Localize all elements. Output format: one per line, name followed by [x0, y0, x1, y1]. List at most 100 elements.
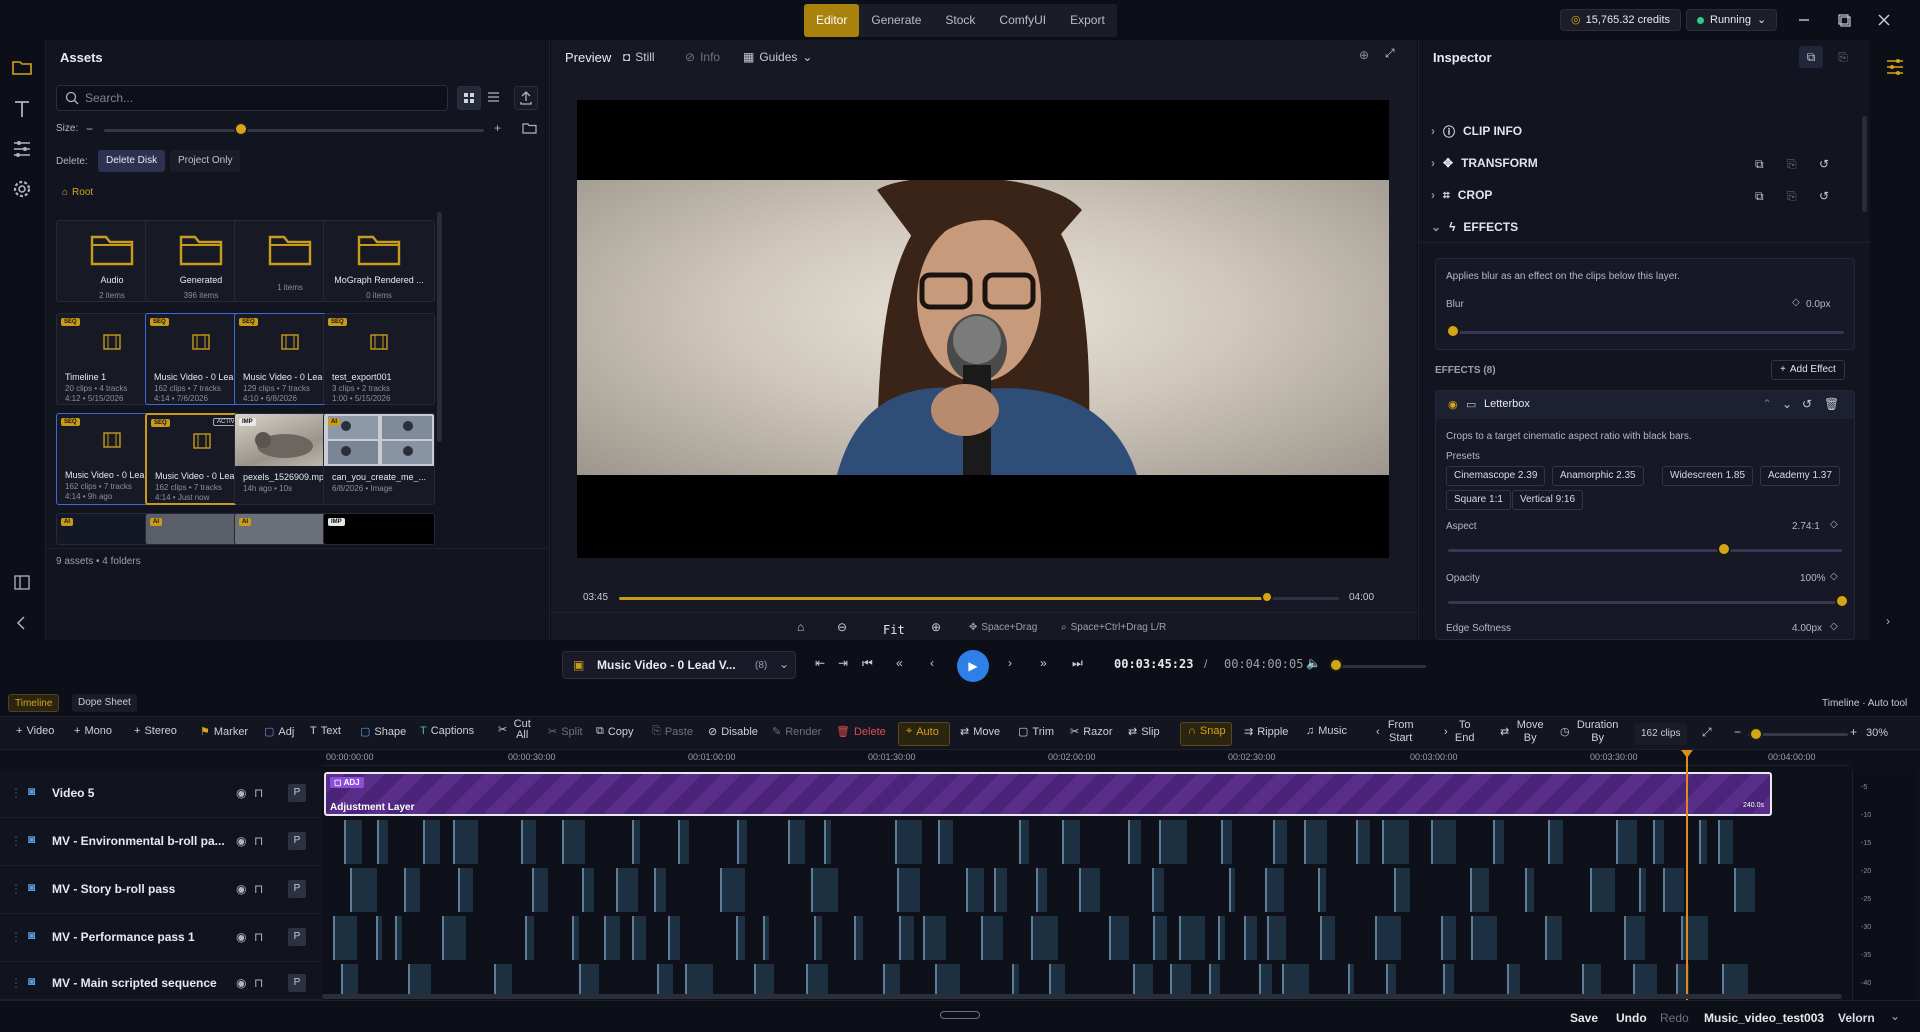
timeline-clip[interactable]	[897, 868, 920, 912]
lock-icon[interactable]: ⊓	[254, 976, 263, 990]
timeline-clip[interactable]	[407, 964, 432, 998]
fit-button[interactable]: Fit	[883, 623, 905, 637]
section-transform[interactable]: › ✥ TRANSFORM	[1431, 149, 1538, 177]
timeline-clip[interactable]	[1018, 820, 1029, 864]
project-only-button[interactable]: Project Only	[170, 150, 241, 172]
timeline-clip[interactable]	[1152, 916, 1167, 960]
fit-timeline-icon[interactable]: ⤢	[1702, 725, 1712, 740]
timeline-clip[interactable]	[422, 820, 440, 864]
track-header-story[interactable]: ⋮ ◙ MV - Story b-roll pass ◉ ⊓ P	[0, 866, 322, 914]
timeline-clip[interactable]	[895, 820, 923, 864]
timeline-clip[interactable]	[1639, 868, 1646, 912]
timeline-clip[interactable]	[922, 916, 946, 960]
volume-slider[interactable]	[1336, 665, 1426, 668]
timeline-clip[interactable]	[579, 964, 600, 998]
preset-square[interactable]: Square 1:1	[1446, 490, 1511, 510]
paste-icon[interactable]: ⎘	[1787, 189, 1797, 204]
playhead[interactable]	[1686, 750, 1688, 1000]
eye-icon[interactable]: ◉	[1448, 398, 1458, 411]
step-forward-icon[interactable]: ›	[1008, 656, 1012, 670]
p-icon[interactable]: P	[288, 880, 306, 898]
credits-badge[interactable]: ◎ 15,765.32 credits	[1560, 9, 1681, 31]
timeline-clip[interactable]	[1281, 964, 1309, 998]
still-button[interactable]: ◘ Still	[623, 50, 655, 64]
slip-tool-button[interactable]: ⇄ Slip	[1128, 725, 1160, 739]
blur-slider-knob[interactable]	[1446, 324, 1460, 338]
add-stereo-track-button[interactable]: + Stereo	[134, 725, 177, 737]
track-header-video-5[interactable]: ⋮ ◙ Video 5 ◉ ⊓ P	[0, 770, 322, 818]
timeline-zoom-slider[interactable]	[1748, 733, 1848, 736]
timeline-clip[interactable]	[980, 916, 1003, 960]
timeline-clip[interactable]	[1548, 820, 1563, 864]
ripple-toggle[interactable]: ⇉ Ripple	[1244, 725, 1288, 739]
timeline-clip[interactable]	[1443, 964, 1455, 998]
razor-tool-button[interactable]: ✂ Razor	[1070, 725, 1113, 739]
timeline-clip[interactable]	[404, 868, 421, 912]
guides-dropdown[interactable]: ▦ Guides ⌄	[743, 50, 812, 64]
blur-slider[interactable]	[1452, 331, 1844, 334]
timeline-clip[interactable]	[571, 916, 579, 960]
folder-tile-mograph[interactable]: MoGraph Rendered ... 0 items	[323, 220, 435, 302]
timeline-clip[interactable]	[1259, 964, 1273, 998]
home-icon[interactable]: ⌂	[797, 620, 804, 634]
timeline-clip[interactable]	[1221, 820, 1233, 864]
drag-grip-icon[interactable]	[940, 1011, 980, 1019]
track-header-main[interactable]: ⋮ ◙ MV - Main scripted sequence ◉ ⊓ P	[0, 962, 322, 1000]
eye-icon[interactable]: ◉	[236, 786, 246, 800]
grid-view-icon[interactable]	[457, 86, 481, 110]
timeline-clip[interactable]	[966, 868, 985, 912]
timeline-clip[interactable]	[1217, 916, 1226, 960]
drag-handle-icon[interactable]: ⋮	[10, 882, 22, 896]
eye-icon[interactable]: ◉	[236, 930, 246, 944]
sliders-icon[interactable]	[11, 138, 35, 162]
aspect-slider[interactable]	[1448, 549, 1842, 552]
timeline-clip[interactable]	[737, 820, 747, 864]
text-button[interactable]: T Text	[310, 725, 341, 737]
reset-icon[interactable]: ↺	[1819, 189, 1829, 203]
snap-toggle[interactable]: ∩ Snap	[1188, 725, 1226, 737]
asset-tile[interactable]: SEQ test_export001 3 clips • 2 tracks 1:…	[323, 313, 435, 405]
timeline-clip[interactable]	[657, 964, 673, 998]
timeline-clip[interactable]	[1303, 820, 1327, 864]
p-icon[interactable]: P	[288, 974, 306, 992]
move-up-icon[interactable]: ⌃	[1762, 397, 1772, 411]
timeline-clip[interactable]	[1624, 916, 1646, 960]
add-effect-button[interactable]: + Add Effect	[1771, 360, 1845, 380]
zoom-in-plus-icon[interactable]: +	[494, 121, 501, 135]
aspect-slider-knob[interactable]	[1716, 542, 1731, 556]
inspector-scrollbar[interactable]	[1862, 116, 1867, 212]
timeline-clip[interactable]	[1717, 820, 1733, 864]
from-start-button[interactable]: ‹ From Start	[1376, 719, 1418, 745]
keyframe-diamond-icon[interactable]: ◇	[1830, 621, 1838, 632]
timeline-clip[interactable]	[1108, 916, 1129, 960]
move-tool-button[interactable]: ⇄ Move	[960, 725, 1000, 739]
assets-scrollbar[interactable]	[437, 212, 442, 442]
skip-end-icon[interactable]: ⏭	[1072, 656, 1083, 671]
tab-comfyui[interactable]: ComfyUI	[987, 4, 1058, 37]
size-slider[interactable]	[104, 129, 484, 132]
time-ruler[interactable]: 00:00:00:00 00:00:30:00 00:01:00:00 00:0…	[322, 750, 1850, 766]
timeline-clip[interactable]	[493, 964, 512, 998]
redo-button[interactable]: Redo	[1660, 1011, 1689, 1025]
list-view-icon[interactable]	[482, 86, 506, 110]
tab-editor[interactable]: Editor	[804, 4, 860, 37]
timeline-clip[interactable]	[1431, 820, 1457, 864]
timeline-clip[interactable]	[1385, 964, 1396, 998]
timeline-clip[interactable]	[1525, 868, 1534, 912]
maximize-icon[interactable]	[1834, 10, 1854, 30]
panel-toggle-icon[interactable]	[11, 572, 35, 596]
paste-button[interactable]: ⎘ Paste	[652, 725, 693, 738]
timeline-clip[interactable]	[1273, 820, 1287, 864]
timeline-clip[interactable]	[753, 964, 775, 998]
p-icon[interactable]: P	[288, 784, 306, 802]
tab-generate[interactable]: Generate	[859, 4, 933, 37]
section-clip-info[interactable]: › ⓘ CLIP INFO	[1431, 117, 1522, 145]
timeline-clip[interactable]	[1632, 964, 1658, 998]
timeline-clip[interactable]	[1264, 868, 1284, 912]
tab-dope-sheet[interactable]: Dope Sheet	[72, 694, 137, 712]
upload-icon[interactable]	[514, 86, 538, 110]
drag-handle-icon[interactable]: ⋮	[10, 976, 22, 990]
timeline-clip[interactable]	[531, 868, 548, 912]
timeline-clip[interactable]	[993, 868, 1007, 912]
close-icon[interactable]	[1874, 10, 1894, 30]
